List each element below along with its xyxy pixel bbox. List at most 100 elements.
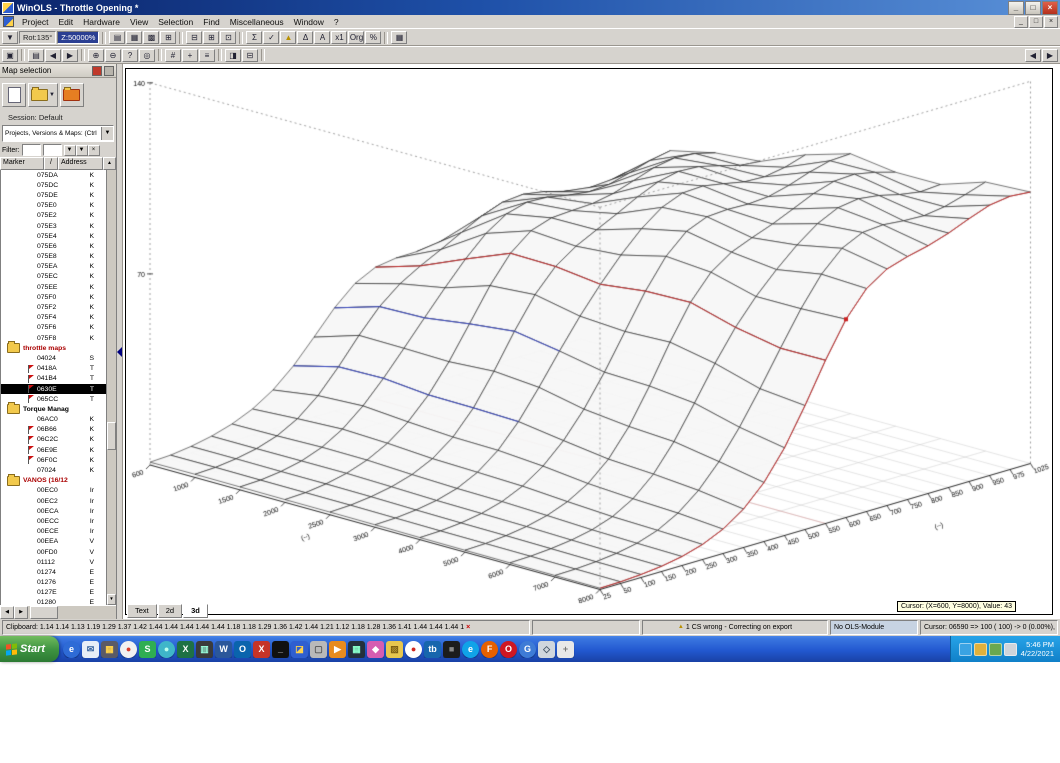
list-scroll-down[interactable]: ▼ (107, 594, 116, 605)
map-row[interactable]: 01274 E (1, 567, 107, 577)
map-row[interactable]: 075E4 K (1, 231, 107, 241)
taskbar-icon-firefox[interactable]: F (481, 640, 499, 658)
collapse-arrow-icon[interactable] (117, 347, 122, 357)
taskbar-icon-folder-app[interactable]: ▨ (386, 640, 404, 658)
menu-item-view[interactable]: View (125, 17, 153, 27)
scroll-track[interactable] (28, 606, 116, 619)
taskbar-icon-photo-app[interactable]: ◆ (367, 640, 385, 658)
panel-dock-button[interactable] (92, 65, 102, 76)
filter-button-2[interactable]: ▼ (75, 144, 88, 156)
column-add-icon[interactable]: ⊞ (203, 31, 220, 44)
map-row[interactable]: 06AC0 K (1, 415, 107, 425)
taskbar-icon-red-x-app[interactable]: X (253, 640, 271, 658)
menu-item-selection[interactable]: Selection (153, 17, 198, 27)
map-row[interactable]: 01276 E (1, 578, 107, 588)
tray-clock[interactable]: 5:46 PM 4/22/2021 (1021, 640, 1054, 658)
split-vertical-icon[interactable]: ⊟ (242, 48, 258, 62)
menu-item-find[interactable]: Find (198, 17, 225, 27)
map-row[interactable]: 041B4 T (1, 374, 107, 384)
tab-text[interactable]: Text (127, 604, 157, 618)
map-row[interactable]: 06E9E K (1, 445, 107, 455)
view-2d-icon[interactable]: ▦ (126, 31, 143, 44)
taskbar-icon-chip-tool[interactable]: ▦ (348, 640, 366, 658)
child-window-icon[interactable] (3, 16, 14, 27)
taskbar-icon-wrench-tool[interactable]: + (557, 640, 575, 658)
close-button[interactable]: × (1042, 0, 1058, 15)
map-row[interactable]: 07024 K (1, 465, 107, 475)
panel-hscroll[interactable]: ◀ ▶ (0, 605, 116, 619)
zoom-in-icon[interactable]: ⊕ (88, 48, 104, 62)
next-map-icon[interactable]: ▶ (62, 48, 78, 62)
taskbar-icon-black-app[interactable]: ■ (443, 640, 461, 658)
grid-icon[interactable]: # (165, 48, 181, 62)
minimize-button[interactable]: _ (1008, 0, 1024, 15)
map-row[interactable]: 06F0C K (1, 455, 107, 465)
map-row[interactable]: 00ECE Ir (1, 527, 107, 537)
mdi-restore-button[interactable]: □ (1029, 15, 1043, 28)
plot-canvas[interactable] (126, 69, 1050, 612)
map-folder-row[interactable]: throttle maps (1, 341, 107, 354)
taskbar-icon-eprom-tool[interactable]: ▥ (196, 640, 214, 658)
map-row[interactable]: 075E2 K (1, 211, 107, 221)
taskbar-icon-outlook[interactable]: O (234, 640, 252, 658)
scope-select[interactable]: Projects, Versions & Maps: (Ctrl ▼ (2, 125, 114, 142)
taskbar-icon-media-app[interactable]: ▶ (329, 640, 347, 658)
map-row[interactable]: 0630E T (1, 383, 107, 395)
filter-address-input[interactable] (42, 144, 62, 156)
map-row[interactable]: 00ECA Ir (1, 506, 107, 516)
filter-marker-input[interactable] (21, 144, 41, 156)
taskbar-icon-internet-explorer[interactable]: e (63, 640, 81, 658)
eprom-icon[interactable]: ▦ (391, 31, 408, 44)
start-button[interactable]: Start (0, 636, 60, 662)
map-row[interactable]: 075E6 K (1, 241, 107, 251)
toolbar-dropdown-button[interactable]: ▼ (2, 31, 18, 44)
map-row[interactable]: 075EC K (1, 272, 107, 282)
scroll-left-button[interactable]: ◀ (0, 606, 14, 619)
taskbar-icon-red-dot-app[interactable]: ● (405, 640, 423, 658)
menu-item-help[interactable]: ? (329, 17, 344, 27)
window-icon[interactable]: ▣ (2, 48, 18, 62)
tray-volume-icon[interactable] (1003, 642, 1017, 656)
menu-item-miscellaneous[interactable]: Miscellaneous (225, 17, 289, 27)
import-map-button[interactable] (59, 83, 84, 107)
taskbar-icon-command-prompt[interactable]: _ (272, 640, 290, 658)
map-row[interactable]: 00EC2 Ir (1, 496, 107, 506)
scope-dropdown-icon[interactable]: ▼ (101, 127, 113, 140)
taskbar-icon-green-app[interactable]: S (139, 640, 157, 658)
taskbar-icon-excel[interactable]: X (177, 640, 195, 658)
column-sort[interactable]: / (44, 157, 58, 170)
scroll-left-icon[interactable]: ◀ (1025, 48, 1041, 62)
map-row[interactable]: 00FD0 V (1, 547, 107, 557)
taskbar-icon-tb-app[interactable]: tb (424, 640, 442, 658)
factor-x1-icon[interactable]: x1 (331, 31, 348, 44)
map-row[interactable]: 01280 E (1, 598, 107, 605)
map-row[interactable]: 06C2C K (1, 435, 107, 445)
crosshair-icon[interactable]: + (182, 48, 198, 62)
map-row[interactable]: 075F2 K (1, 302, 107, 312)
menu-item-window[interactable]: Window (289, 17, 329, 27)
list-scroll-up[interactable]: ▲ (103, 157, 116, 170)
taskbar-icon-winols[interactable]: ▦ (101, 640, 119, 658)
taskbar-icon-email[interactable]: ✉ (82, 640, 100, 658)
zoom-out-icon[interactable]: ⊖ (105, 48, 121, 62)
column-marker[interactable]: Marker (0, 157, 44, 170)
map-row[interactable]: 075F8 K (1, 333, 107, 343)
map-list-icon[interactable]: ▤ (28, 48, 44, 62)
list-scrollbar[interactable]: ▼ (106, 170, 116, 605)
mdi-minimize-button[interactable]: _ (1014, 15, 1028, 28)
scrollbar-thumb[interactable] (107, 422, 116, 451)
map-row[interactable]: 06B66 K (1, 425, 107, 435)
maximize-button[interactable]: □ (1025, 0, 1041, 15)
menu-item-edit[interactable]: Edit (53, 17, 78, 27)
column-remove-icon[interactable]: ⊟ (186, 31, 203, 44)
taskbar-icon-gray-app[interactable]: ▢ (310, 640, 328, 658)
map-row[interactable]: 065CC T (1, 394, 107, 404)
taskbar-icon-word[interactable]: W (215, 640, 233, 658)
menu-item-project[interactable]: Project (17, 17, 53, 27)
taskbar-icon-cad-app[interactable]: ◇ (538, 640, 556, 658)
map-folder-row[interactable]: VANOS (16/12 (1, 473, 107, 486)
filter-button-3[interactable]: × (87, 144, 100, 156)
map-row[interactable]: 00ECC Ir (1, 516, 107, 526)
map-folder-row[interactable]: Torque Manag (1, 402, 107, 415)
taskbar-icon-opera[interactable]: O (500, 640, 518, 658)
